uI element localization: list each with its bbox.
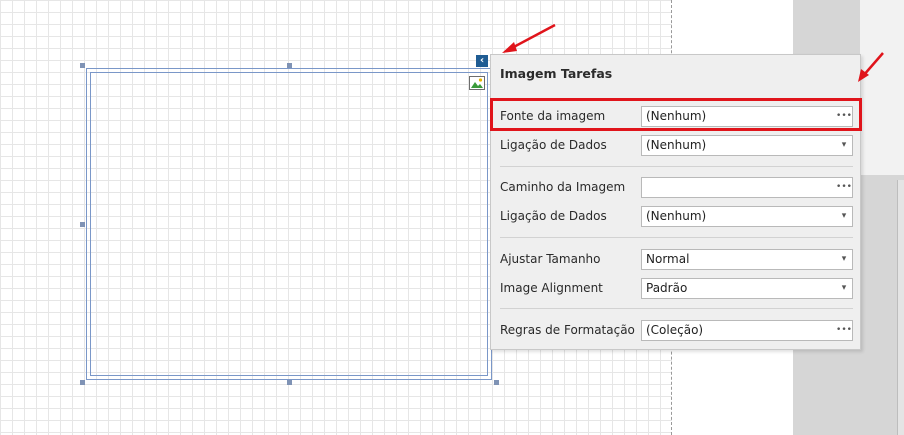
picture-icon [469,76,485,90]
right-pane-header [860,0,904,175]
label-data-binding-2: Ligação de Dados [500,209,607,223]
highlight-box [490,98,862,131]
arrow-annotation-icon [502,23,556,53]
ellipsis-icon[interactable]: ••• [836,178,852,197]
panel-title: Imagem Tarefas [500,66,613,81]
image-path-field[interactable]: ••• [641,177,853,198]
label-formatting-rules: Regras de Formatação [500,323,635,337]
label-data-binding: Ligação de Dados [500,138,607,152]
formatting-rules-value: (Coleção) [646,323,704,337]
data-binding-value: (Nenhum) [646,138,707,152]
right-pane-scrollbar[interactable] [897,180,904,435]
separator [500,308,853,309]
resize-handle-bottom-right[interactable] [494,380,499,385]
arrow-annotation-icon [858,52,884,82]
resize-handle-top-left[interactable] [80,63,85,68]
smart-tag-button[interactable]: ‹ [476,55,488,67]
resize-handle-top[interactable] [287,63,292,68]
resize-handle-left[interactable] [80,222,85,227]
separator [500,166,853,167]
separator [500,237,853,238]
data-binding-select[interactable]: (Nenhum) ▾ [641,135,853,156]
chevron-down-icon[interactable]: ▾ [836,250,852,269]
label-image-alignment: Image Alignment [500,281,603,295]
image-control[interactable] [86,68,492,380]
image-control-inner [90,72,488,376]
label-size-mode: Ajustar Tamanho [500,252,601,266]
image-alignment-value: Padrão [646,281,688,295]
label-image-path: Caminho da Imagem [500,180,626,194]
size-mode-value: Normal [646,252,690,266]
image-alignment-select[interactable]: Padrão ▾ [641,278,853,299]
resize-handle-bottom[interactable] [287,380,292,385]
data-binding-select-2[interactable]: (Nenhum) ▾ [641,206,853,227]
chevron-down-icon[interactable]: ▾ [836,136,852,155]
ellipsis-icon[interactable]: ••• [836,321,852,340]
resize-handle-bottom-left[interactable] [80,380,85,385]
chevron-down-icon[interactable]: ▾ [836,207,852,226]
formatting-rules-field[interactable]: (Coleção) ••• [641,320,853,341]
chevron-down-icon[interactable]: ▾ [836,279,852,298]
data-binding-value-2: (Nenhum) [646,209,707,223]
size-mode-select[interactable]: Normal ▾ [641,249,853,270]
